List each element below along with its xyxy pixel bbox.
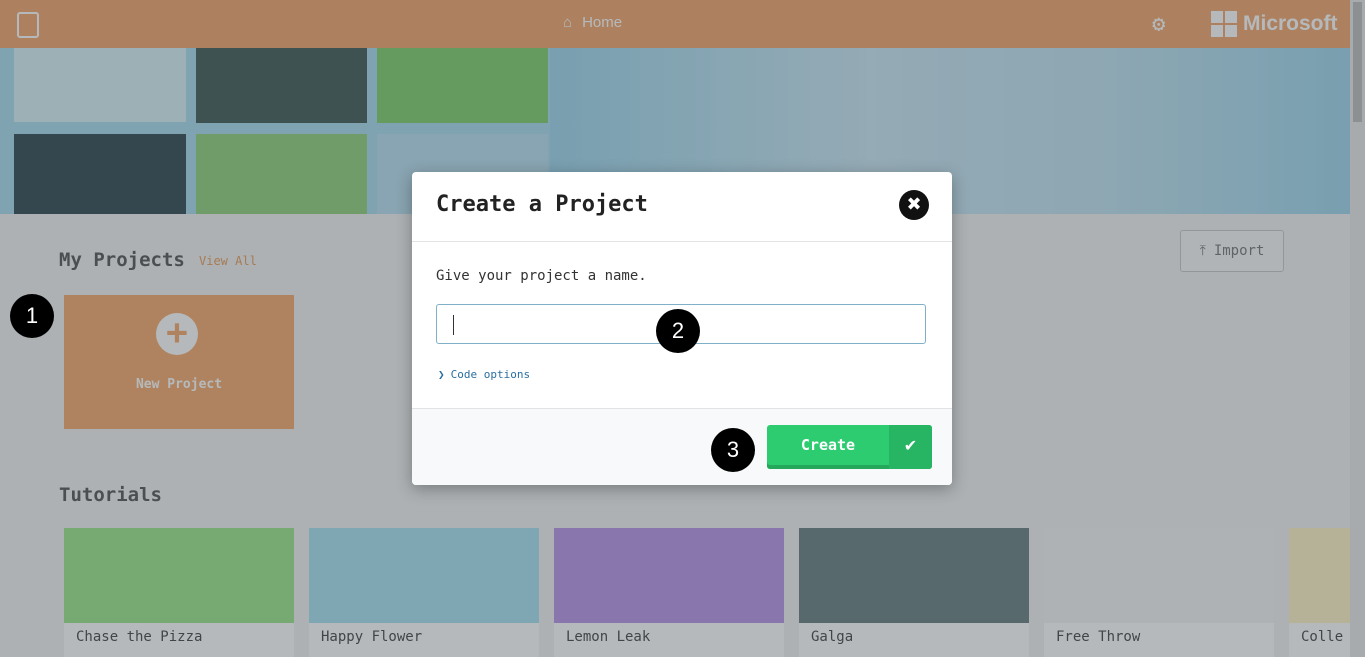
close-icon[interactable]: ✖ <box>899 190 929 220</box>
chevron-right-icon: ❯ <box>438 368 445 381</box>
dialog-header: Create a Project ✖ <box>412 172 952 242</box>
dialog-title: Create a Project <box>436 192 648 217</box>
step-marker-2: 2 <box>656 309 700 353</box>
checkmark-icon: ✔ <box>889 425 932 469</box>
text-caret <box>453 315 454 335</box>
dialog-footer: Create ✔ <box>412 408 952 485</box>
code-options-label: Code options <box>450 368 531 381</box>
name-prompt: Give your project a name. <box>436 268 647 284</box>
step-marker-1: 1 <box>10 294 54 338</box>
step-marker-3: 3 <box>711 428 755 472</box>
create-button[interactable]: Create ✔ <box>767 425 932 469</box>
code-options-toggle[interactable]: ❯ Code options <box>438 368 530 381</box>
create-label: Create <box>800 436 856 454</box>
